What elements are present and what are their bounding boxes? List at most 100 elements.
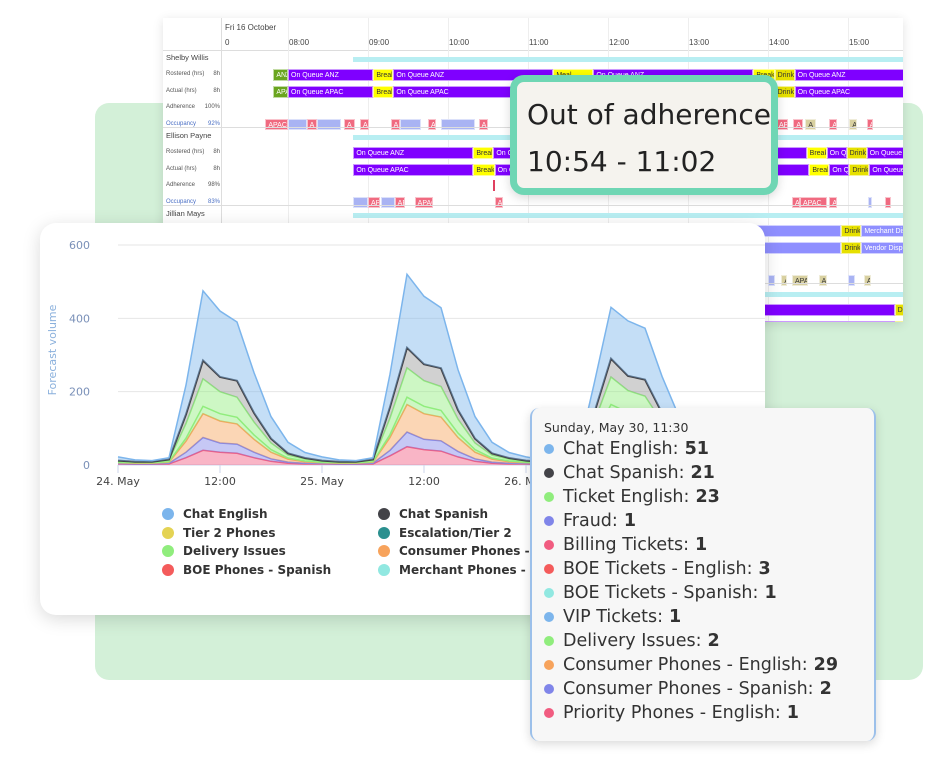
activity-bar[interactable]: APA — [792, 275, 808, 286]
legend-item[interactable]: BOE Phones - Spanish — [162, 563, 331, 577]
activity-bar[interactable]: APAC — [414, 197, 434, 208]
activity-bar[interactable]: Merchant Disputes — [861, 225, 903, 237]
tooltip-item: Ticket English:23 — [544, 485, 874, 509]
activity-bar[interactable] — [288, 119, 307, 130]
activity-bar[interactable]: Break — [806, 147, 827, 159]
tooltip-series-name: BOE Tickets - Spanish — [563, 583, 753, 603]
hour-label: 12:00 — [609, 38, 630, 47]
activity-bar[interactable]: A — [829, 119, 838, 130]
tooltip-series-value: 1 — [786, 703, 799, 723]
legend-marker-icon — [378, 526, 390, 539]
activity-bar[interactable]: A — [792, 197, 800, 208]
activity-bar[interactable]: On Queue — [826, 147, 847, 159]
activity-bar[interactable]: A — [866, 119, 874, 130]
activity-bar[interactable]: A — [805, 119, 816, 130]
activity-bar[interactable] — [381, 197, 395, 208]
series-marker-icon — [544, 684, 554, 694]
row-label-text: Rostered (hrs) — [166, 149, 205, 155]
activity-bar[interactable]: A — [849, 119, 858, 130]
activity-bar[interactable]: A — [793, 119, 803, 130]
tooltip-series-value: 1 — [764, 583, 777, 603]
y-axis-title: Forecast volume — [46, 304, 59, 395]
shift-line — [353, 213, 903, 218]
activity-bar[interactable]: On Queue — [866, 147, 903, 159]
tooltip-series-name: Delivery Issues — [563, 631, 696, 651]
activity-bar[interactable]: Drink — [846, 147, 867, 159]
activity-bar[interactable]: On Queue ANZ — [353, 147, 474, 159]
row-value: 100% — [204, 104, 220, 110]
legend-item[interactable]: Escalation/Tier 2 — [378, 526, 512, 540]
row-label-text: Actual (hrs) — [166, 88, 197, 94]
activity-bar[interactable]: Vendor Disputes — [861, 242, 903, 254]
y-tick-label: 200 — [69, 386, 90, 399]
activity-bar[interactable]: Break — [809, 164, 830, 176]
activity-bar[interactable]: On Queue APAC — [288, 86, 374, 98]
activity-bar[interactable] — [317, 119, 342, 130]
activity-bar[interactable]: A — [781, 275, 787, 286]
activity-bar[interactable]: On Queue ANZ — [288, 69, 374, 81]
hour-label: 0 — [225, 38, 230, 47]
hour-label: 10:00 — [449, 38, 470, 47]
activity-bar[interactable] — [768, 275, 775, 286]
activity-bar[interactable]: A — [306, 119, 318, 130]
activity-bar[interactable]: Drink — [774, 69, 795, 81]
activity-bar[interactable]: AP — [368, 197, 380, 208]
activity-bar[interactable]: On Queue ANZ — [794, 69, 903, 81]
activity-bar[interactable] — [441, 119, 475, 130]
activity-bar[interactable] — [885, 197, 891, 208]
row-label-text: Adherence — [166, 182, 196, 188]
activity-bar[interactable] — [400, 119, 422, 130]
activity-bar[interactable]: Drink — [841, 225, 862, 237]
callout-title: Out of adherence — [527, 98, 771, 131]
legend-marker-icon — [378, 545, 390, 557]
legend-item[interactable]: Delivery Issues — [162, 544, 286, 558]
tooltip-item: Priority Phones - English:1 — [544, 701, 874, 725]
activity-bar[interactable]: APAC — [800, 197, 827, 208]
activity-bar[interactable] — [353, 197, 368, 208]
activity-bar[interactable]: On Queue APAC — [353, 164, 474, 176]
activity-bar[interactable]: A — [864, 275, 871, 286]
tooltip-series-value: 3 — [758, 559, 771, 579]
activity-bar[interactable]: A — [829, 197, 838, 208]
activity-bar[interactable]: A — [390, 119, 400, 130]
adherence-callout: Out of adherence 10:54 - 11:02 — [510, 75, 778, 195]
activity-bar[interactable]: Drink — [849, 164, 870, 176]
activity-bar[interactable]: Break — [373, 86, 394, 98]
activity-bar[interactable]: Drink — [894, 304, 903, 316]
activity-bar[interactable]: Break — [373, 69, 394, 81]
y-tick-label: 400 — [69, 312, 90, 325]
activity-bar[interactable]: APAC — [265, 119, 288, 130]
header-divider — [163, 50, 903, 51]
activity-bar[interactable]: A — [428, 119, 436, 130]
series-marker-icon — [544, 468, 554, 478]
tooltip-title: Sunday, May 30, 11:30 — [544, 420, 689, 435]
tooltip-series-value: 51 — [684, 439, 709, 459]
legend-item[interactable]: Chat English — [162, 507, 268, 521]
activity-bar[interactable]: On Queue — [869, 164, 903, 176]
tooltip-series-name: Billing Tickets — [563, 535, 684, 555]
activity-bar[interactable]: A — [494, 197, 503, 208]
activity-bar[interactable]: A — [478, 119, 488, 130]
activity-bar[interactable] — [848, 275, 855, 286]
activity-bar[interactable] — [868, 197, 872, 208]
tooltip-series-name: Priority Phones - English — [563, 703, 775, 723]
activity-bar[interactable]: A — [344, 119, 355, 130]
activity-bar[interactable]: Drink — [894, 321, 903, 322]
activity-bar[interactable]: A — [360, 119, 370, 130]
activity-bar[interactable]: On Queue APAC — [794, 86, 903, 98]
legend-marker-icon — [162, 526, 174, 539]
activity-bar[interactable]: ANZ — [273, 69, 288, 81]
activity-bar[interactable]: On Queue — [829, 164, 850, 176]
activity-bar[interactable]: Break — [473, 147, 494, 159]
legend-label: Tier 2 Phones — [183, 525, 276, 540]
y-tick-label: 0 — [83, 459, 90, 472]
activity-bar[interactable]: AP — [394, 197, 406, 208]
activity-bar[interactable]: APAC — [273, 86, 288, 98]
legend-item[interactable]: Tier 2 Phones — [162, 526, 275, 540]
y-tick-label: 600 — [69, 239, 90, 252]
legend-item[interactable]: Chat Spanish — [378, 507, 488, 521]
activity-bar[interactable]: Break — [473, 164, 495, 176]
tooltip-item: BOE Tickets - English:3 — [544, 557, 874, 581]
activity-bar[interactable]: Drink — [841, 242, 862, 254]
activity-bar[interactable]: A — [818, 275, 827, 286]
